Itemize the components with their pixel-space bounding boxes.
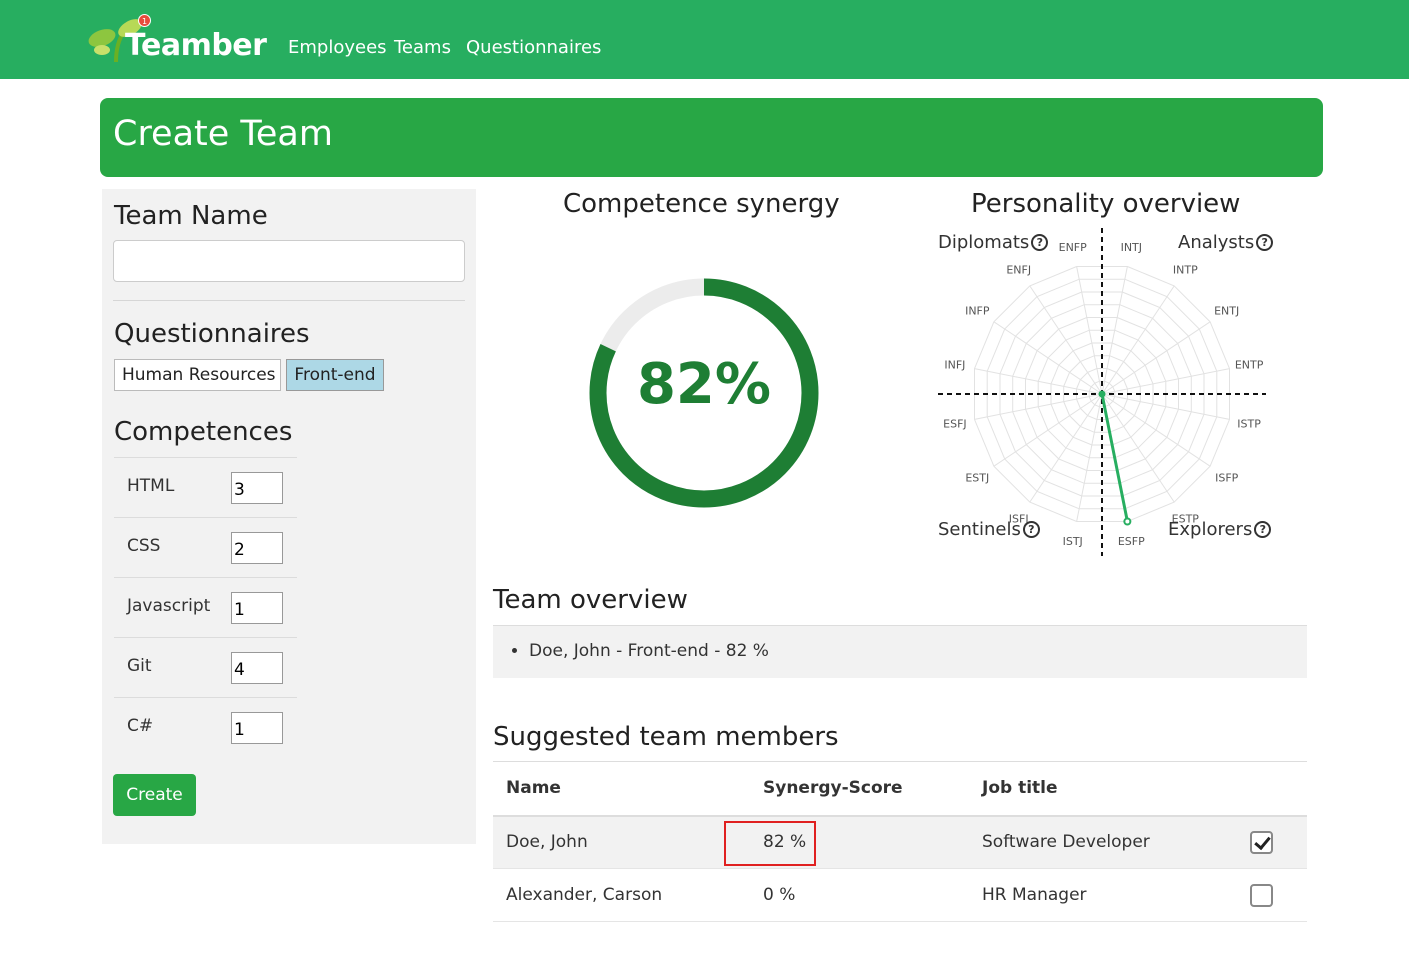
- competence-html-input[interactable]: [231, 472, 283, 504]
- team-name-label: Team Name: [114, 201, 268, 231]
- competence-synergy-title: Competence synergy: [563, 189, 840, 219]
- questionnaire-front-end-button[interactable]: Front-end: [286, 359, 384, 391]
- personality-radar-chart: INTJINTPENTJENTPISTPISFPESTPESFPISTJISFJ…: [938, 228, 1266, 556]
- column-header-select: [1237, 761, 1307, 817]
- competence-name: HTML: [127, 476, 175, 496]
- team-member-item: Doe, John - Front-end - 82 %: [529, 641, 769, 661]
- suggested-members-table: Name Synergy-Score Job title Doe, John 8…: [493, 761, 1307, 922]
- member-select-cell: [1237, 868, 1307, 922]
- brand-name: Teamber: [125, 28, 267, 63]
- column-header-score[interactable]: Synergy-Score: [750, 761, 969, 817]
- competence-javascript-input[interactable]: [231, 592, 283, 624]
- competence-csharp-input[interactable]: [231, 712, 283, 744]
- help-icon[interactable]: ?: [1254, 521, 1272, 538]
- member-score: 0 %: [750, 868, 969, 922]
- help-icon[interactable]: ?: [1256, 234, 1274, 251]
- quadrant-analysts[interactable]: Analysts?: [1178, 232, 1274, 253]
- member-select-checkbox[interactable]: [1250, 883, 1273, 907]
- radar-type-label: ESTJ: [965, 471, 989, 484]
- competence-name: CSS: [127, 536, 161, 556]
- quadrant-label: Sentinels: [938, 519, 1021, 540]
- competences-label: Competences: [114, 417, 293, 447]
- divider: [113, 300, 465, 301]
- column-header-name[interactable]: Name: [493, 761, 750, 817]
- radar-type-label: INFJ: [944, 359, 965, 372]
- nav-questionnaires[interactable]: Questionnaires: [466, 37, 601, 58]
- competence-git-input[interactable]: [231, 652, 283, 684]
- competence-row: HTML: [114, 457, 297, 517]
- quadrant-explorers[interactable]: Explorers?: [1168, 519, 1272, 540]
- notification-badge[interactable]: 1: [138, 14, 151, 27]
- radar-type-label: INTP: [1173, 263, 1198, 276]
- competence-row: CSS: [114, 517, 297, 577]
- radar-type-label: INTJ: [1121, 241, 1142, 254]
- radar-type-label: ESFJ: [943, 417, 967, 430]
- radar-type-label: ESFP: [1118, 535, 1145, 548]
- competence-css-input[interactable]: [231, 532, 283, 564]
- table-header-row: Name Synergy-Score Job title: [493, 761, 1307, 817]
- team-form-panel: Team Name Questionnaires Human Resources…: [102, 189, 476, 844]
- quadrant-sentinels[interactable]: Sentinels?: [938, 519, 1040, 540]
- radar-type-label: ENTP: [1235, 359, 1264, 372]
- radar-type-label: ENFJ: [1006, 263, 1031, 276]
- score-highlight-box: [724, 820, 816, 866]
- radar-type-label: ISFP: [1215, 471, 1239, 484]
- page-title: Create Team: [113, 114, 333, 154]
- radar-type-label: ISTP: [1237, 417, 1261, 430]
- competence-name: Javascript: [127, 596, 211, 616]
- member-job-title: Software Developer: [969, 815, 1237, 869]
- competence-row: C#: [114, 697, 297, 757]
- nav-employees[interactable]: Employees: [288, 37, 387, 58]
- help-icon[interactable]: ?: [1031, 234, 1049, 251]
- radar-type-label: ISTJ: [1063, 535, 1083, 548]
- suggested-members-title: Suggested team members: [493, 722, 839, 752]
- competence-name: C#: [127, 716, 154, 736]
- member-name: Alexander, Carson: [493, 868, 750, 922]
- quadrant-label: Analysts: [1178, 232, 1255, 253]
- questionnaires-label: Questionnaires: [114, 319, 310, 349]
- radar-data-point: [1123, 517, 1132, 526]
- help-icon[interactable]: ?: [1022, 521, 1040, 538]
- radar-type-label: ENTJ: [1214, 305, 1239, 318]
- create-button[interactable]: Create: [113, 774, 196, 816]
- column-header-job[interactable]: Job title: [969, 761, 1237, 817]
- team-overview-list: Doe, John - Front-end - 82 %: [493, 625, 1307, 678]
- competence-row: Git: [114, 637, 297, 697]
- member-select-checkbox[interactable]: [1250, 830, 1273, 854]
- quadrant-label: Diplomats: [938, 232, 1030, 253]
- member-job-title: HR Manager: [969, 868, 1237, 922]
- competence-row: Javascript: [114, 577, 297, 637]
- table-row[interactable]: Doe, John 82 % Software Developer: [493, 815, 1307, 869]
- table-row[interactable]: Alexander, Carson 0 % HR Manager: [493, 868, 1307, 922]
- radar-center-point: [1098, 390, 1106, 398]
- page-header: Create Team: [100, 98, 1323, 177]
- synergy-value: 82%: [636, 352, 772, 417]
- member-score-cell: 82 %: [724, 815, 969, 869]
- team-name-input[interactable]: [113, 240, 465, 282]
- member-name: Doe, John: [493, 815, 750, 869]
- quadrant-diplomats[interactable]: Diplomats?: [938, 232, 1049, 253]
- top-navbar: 1 Teamber Employees Teams Questionnaires: [0, 0, 1409, 79]
- personality-overview-title: Personality overview: [971, 189, 1241, 219]
- radar-type-label: INFP: [965, 305, 990, 318]
- member-select-cell: [1237, 815, 1307, 869]
- competences-table: HTML CSS Javascript Git C#: [114, 457, 297, 757]
- radar-type-label: ENFP: [1059, 241, 1088, 254]
- questionnaire-human-resources-button[interactable]: Human Resources: [114, 359, 281, 391]
- team-overview-title: Team overview: [493, 585, 688, 615]
- quadrant-label: Explorers: [1168, 519, 1253, 540]
- competence-name: Git: [127, 656, 152, 676]
- nav-teams[interactable]: Teams: [394, 37, 451, 58]
